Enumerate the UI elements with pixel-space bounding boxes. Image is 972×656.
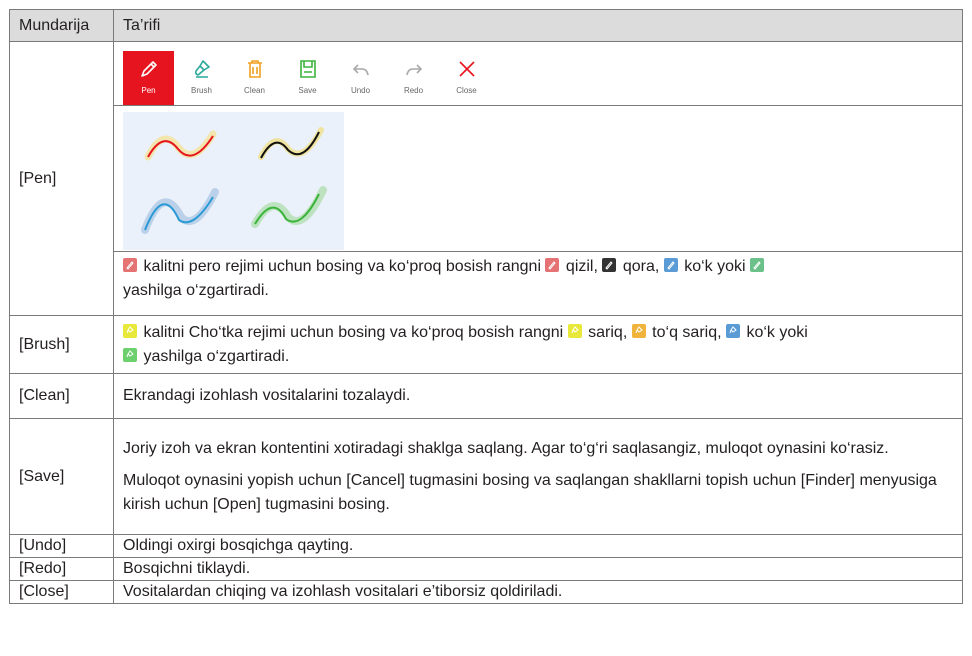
annotation-toolbar: Pen Brush Clean Save Undo Redo Close <box>114 46 962 106</box>
undo-description: Oldingi oxirgi bosqichga qayting. <box>113 534 963 558</box>
brush-swatch-blue <box>726 323 740 338</box>
pen-icon <box>753 261 761 270</box>
pen-swatch-black <box>602 258 617 272</box>
pen-description-cell: Pen Brush Clean Save Undo Redo Close kal… <box>113 41 963 316</box>
row-name: [Redo] <box>9 557 114 581</box>
save-description: Joriy izoh va ekran kontentini xotiradag… <box>113 418 963 535</box>
brush-swatch-yellow <box>567 323 582 338</box>
pen-swatch-green <box>750 258 765 272</box>
brush-icon <box>194 60 210 78</box>
pen-icon <box>667 261 675 270</box>
toolbar-pen-button[interactable]: Pen <box>123 51 174 105</box>
toolbar-brush-button[interactable]: Brush <box>176 51 227 105</box>
table-row-save: [Save] Joriy izoh va ekran kontentini xo… <box>9 418 963 535</box>
pen-icon <box>548 261 557 270</box>
pen-description-text: kalitni pero rejimi uchun bosing va ko‘p… <box>114 252 962 311</box>
pen-icon <box>605 261 614 270</box>
table-row-undo: [Undo] Oldingi oxirgi bosqichga qayting. <box>9 534 963 558</box>
redo-description: Bosqichni tiklaydi. <box>113 557 963 581</box>
brush-icon <box>729 325 737 333</box>
brush-icon <box>126 349 134 357</box>
pen-swatch-red <box>545 258 560 272</box>
brush-icon <box>571 325 579 333</box>
brush-icon <box>126 325 134 333</box>
toolbar-save-button[interactable]: Save <box>282 51 333 105</box>
header-description: Ta’rifi <box>113 9 963 42</box>
undo-icon <box>352 64 369 76</box>
row-name: [Pen] <box>9 41 114 316</box>
toolbar-undo-button[interactable]: Undo <box>335 51 386 105</box>
table-row-redo: [Redo] Bosqichni tiklaydi. <box>9 557 963 581</box>
row-name: [Close] <box>9 580 114 604</box>
brush-icon <box>635 325 643 333</box>
toolbar-clean-button[interactable]: Clean <box>229 51 280 105</box>
brush-swatch-default <box>123 323 137 338</box>
table-row-clean: [Clean] Ekrandagi izohlash vositalarini … <box>9 373 963 419</box>
clean-description: Ekrandagi izohlash vositalarini tozalayd… <box>113 373 963 419</box>
row-name: [Clean] <box>9 373 114 419</box>
close-description: Vositalardan chiqing va izohlash vosital… <box>113 580 963 604</box>
toolbar-close-button[interactable]: Close <box>441 51 492 105</box>
pen-icon <box>140 61 157 77</box>
pen-icon <box>126 261 134 270</box>
brush-swatch-green <box>123 347 137 362</box>
save-icon <box>299 60 316 78</box>
feature-table: Mundarija Ta’rifi [Pen] Pen Brush Clean <box>9 9 963 604</box>
brush-description: kalitni Cho‘tka rejimi uchun bosing va k… <box>113 315 963 374</box>
trash-icon <box>247 60 262 78</box>
header-contents: Mundarija <box>9 9 114 42</box>
row-name: [Undo] <box>9 534 114 558</box>
pen-swatch-default <box>123 258 137 272</box>
row-name: [Save] <box>9 418 114 535</box>
pen-sample-area <box>114 106 962 252</box>
table-row-brush: [Brush] kalitni Cho‘tka rejimi uchun bos… <box>9 315 963 374</box>
table-row-close: [Close] Vositalardan chiqing va izohlash… <box>9 580 963 604</box>
toolbar-redo-button[interactable]: Redo <box>388 51 439 105</box>
pen-strokes-illustration <box>123 112 344 250</box>
brush-swatch-orange <box>631 323 646 338</box>
row-name: [Brush] <box>9 315 114 374</box>
table-row-pen: [Pen] Pen Brush Clean Save Undo Redo Clo… <box>9 41 963 316</box>
table-header-row: Mundarija Ta’rifi <box>9 9 963 42</box>
close-icon <box>458 61 475 77</box>
pen-swatch-blue <box>663 258 678 272</box>
redo-icon <box>405 64 422 76</box>
